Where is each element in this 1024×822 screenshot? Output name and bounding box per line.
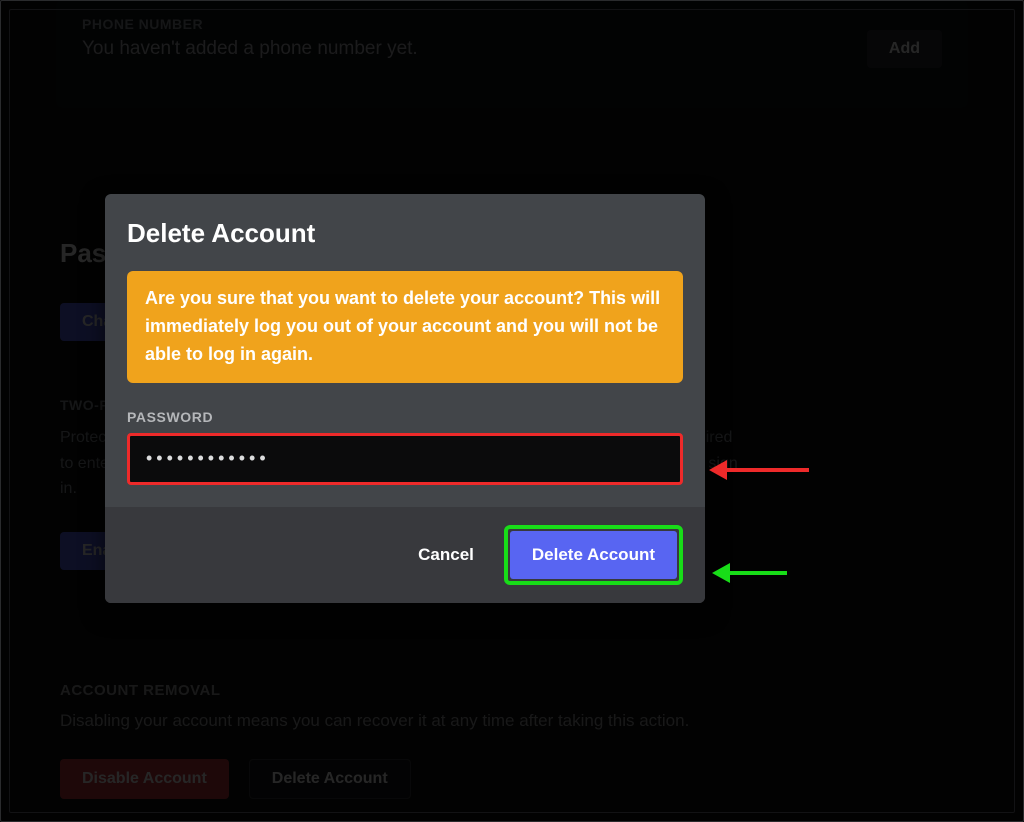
arrow-green-icon <box>712 566 787 580</box>
delete-button-highlight: Delete Account <box>504 525 683 585</box>
arrow-red-icon <box>709 463 809 477</box>
password-input[interactable] <box>127 433 683 485</box>
modal-title: Delete Account <box>127 218 683 249</box>
settings-page: PHONE NUMBER You haven't added a phone n… <box>0 0 1024 822</box>
modal-warning: Are you sure that you want to delete you… <box>127 271 683 383</box>
delete-account-modal: Delete Account Are you sure that you wan… <box>105 194 705 603</box>
confirm-delete-button[interactable]: Delete Account <box>510 531 677 579</box>
password-label: PASSWORD <box>127 409 683 425</box>
modal-footer: Cancel Delete Account <box>105 507 705 603</box>
cancel-button[interactable]: Cancel <box>398 533 494 577</box>
